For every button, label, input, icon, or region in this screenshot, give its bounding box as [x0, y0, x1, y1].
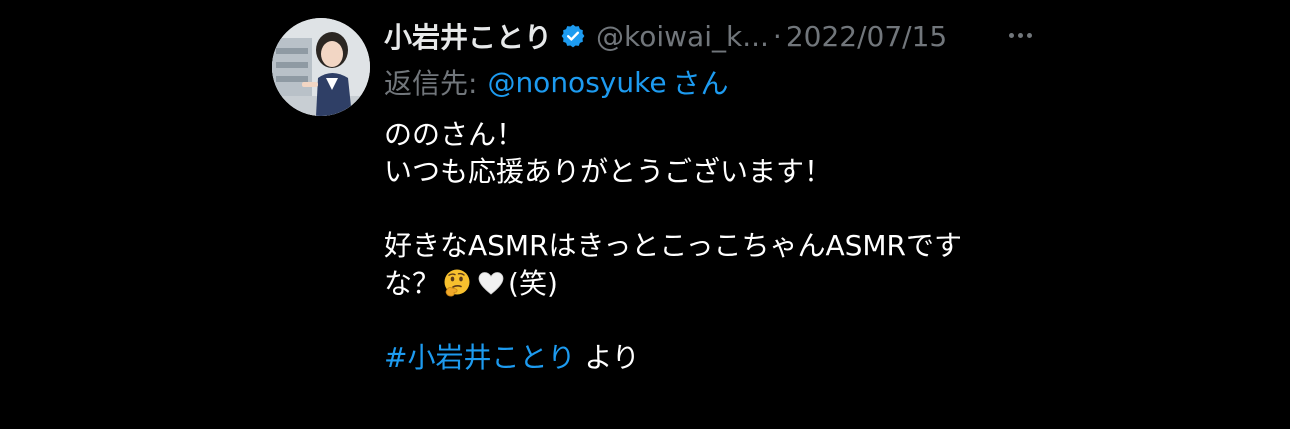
avatar[interactable]	[272, 18, 370, 116]
body-text: (笑)	[508, 266, 558, 300]
body-line: いつも応援ありがとうございます！	[384, 155, 833, 189]
body-line: 好きなASMRはきっとこっこちゃんASMRです	[384, 229, 963, 263]
white-heart-emoji	[476, 268, 506, 298]
hashtag-suffix: より	[575, 340, 640, 374]
body-line: ののさん！	[384, 118, 525, 151]
reply-context: 返信先: @nonosyuke さん	[384, 62, 729, 102]
user-handle[interactable]: @koiwai_k...	[596, 20, 769, 53]
more-options-icon[interactable]	[1000, 20, 1040, 50]
header-separator: ·	[772, 19, 782, 53]
body-text: な？	[384, 266, 441, 300]
tweet-date[interactable]: 2022/07/15	[786, 20, 947, 53]
display-name[interactable]: 小岩井ことり	[384, 16, 552, 56]
hashtag-line: #小岩井ことり より	[384, 339, 1044, 376]
tweet-header: 小岩井ことり @koiwai_k... · 2022/07/15	[384, 16, 947, 56]
reply-mention-link[interactable]: @nonosyuke	[487, 66, 666, 99]
thinking-face-emoji	[442, 268, 472, 298]
reply-prefix: 返信先:	[384, 67, 478, 100]
verified-badge-icon	[560, 23, 586, 49]
tweet-body: ののさん！ いつも応援ありがとうございます！ 好きなASMRはきっとこっこちゃん…	[384, 116, 1044, 376]
body-line-with-emoji: な？ (笑)	[384, 265, 1044, 302]
tweet[interactable]: 小岩井ことり @koiwai_k... · 2022/07/15 返信先: @n…	[270, 14, 1060, 424]
hashtag-link[interactable]: #小岩井ことり	[384, 341, 575, 374]
reply-suffix: さん	[672, 67, 729, 100]
